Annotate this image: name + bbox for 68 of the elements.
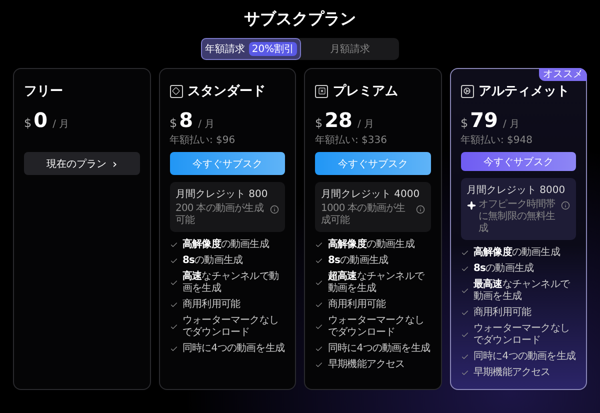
- currency-sign: $: [170, 116, 178, 130]
- feature-text: 8sの動画生成: [474, 263, 534, 275]
- check-icon: [170, 323, 178, 331]
- feature-text: 同時に4つの動画を生成: [328, 343, 430, 355]
- feature-text: 早期機能アクセス: [474, 367, 550, 379]
- billing-tab[interactable]: 月額請求: [301, 38, 399, 60]
- check-icon: [170, 345, 178, 353]
- currency-sign: $: [24, 116, 32, 130]
- feature-text: 同時に4つの動画を生成: [182, 343, 284, 355]
- subscribe-button[interactable]: 今すぐサブスク: [460, 152, 576, 171]
- check-icon: [315, 301, 323, 309]
- feature-text: ウォーターマークなしでダウンロード: [182, 315, 280, 339]
- check-icon: [170, 279, 178, 287]
- feature-text: 最高速なチャンネルで動画を生成: [474, 279, 571, 303]
- info-icon: [270, 205, 279, 214]
- feature-text: 8sの動画生成: [328, 255, 388, 267]
- credit-note: 1000 本の動画が生成可能: [321, 203, 406, 227]
- plan-name: フリー: [24, 83, 63, 100]
- credit-amount: 月間クレジット 800: [176, 188, 269, 201]
- check-icon: [460, 287, 468, 295]
- feature-text: 高解像度の動画生成: [328, 239, 414, 251]
- plan-price: 0: [34, 108, 48, 132]
- price-period: / 月: [357, 118, 374, 131]
- plan-price: 79: [470, 108, 498, 132]
- credit-note: オフピーク時間帯に無制限の無料生成: [478, 199, 556, 235]
- check-icon: [315, 279, 323, 287]
- check-icon: [170, 301, 178, 309]
- discount-badge: 20%割引: [248, 42, 298, 56]
- recommend-badge: オススメ: [539, 68, 587, 81]
- plan-name: スタンダード: [188, 83, 266, 100]
- annual-price: 年額払い: $336: [315, 134, 388, 146]
- feature-text: 商用利用可能: [328, 299, 386, 311]
- feature-text: 8sの動画生成: [182, 255, 243, 267]
- feature-text: 高解像度の動画生成: [182, 239, 269, 251]
- credit-amount: 月間クレジット 8000: [466, 184, 566, 197]
- feature-text: 高解像度の動画生成: [474, 247, 560, 259]
- plan-price: 8: [179, 108, 194, 132]
- plan-name: プレミアム: [333, 82, 398, 100]
- billing-tab[interactable]: 年額請求 20%割引: [201, 38, 301, 60]
- info-icon: [416, 205, 424, 214]
- price-period: / 月: [502, 118, 520, 131]
- current-plan-button[interactable]: 現在のプラン ›: [24, 152, 140, 175]
- plan-name: アルティメット: [478, 83, 570, 100]
- check-icon: [315, 323, 323, 331]
- feature-text: 早期機能アクセス: [328, 359, 405, 371]
- feature-text: 同時に4つの動画を生成: [474, 351, 576, 363]
- subscribe-button[interactable]: 今すぐサブスク: [315, 152, 430, 175]
- annual-price: 年額払い: $96: [170, 134, 236, 146]
- feature-text: ウォーターマークなしでダウンロード: [474, 323, 571, 347]
- price-period: / 月: [52, 118, 70, 131]
- plan-price: 28: [324, 108, 352, 132]
- check-icon: [460, 331, 468, 339]
- info-icon: [561, 201, 570, 210]
- subscribe-button[interactable]: 今すぐサブスク: [170, 152, 285, 175]
- currency-sign: $: [460, 116, 468, 130]
- feature-text: 高速なチャンネルで動画を生成: [182, 271, 280, 295]
- credit-amount: 月間クレジット 4000: [321, 188, 421, 201]
- annual-price: 年額払い: $948: [460, 134, 534, 146]
- sparkle-icon: [466, 201, 476, 210]
- feature-text: 商用利用可能: [182, 299, 240, 311]
- feature-text: 商用利用可能: [474, 307, 532, 319]
- credit-note: 200 本の動画が生成可能: [176, 203, 264, 227]
- feature-text: 超高速なチャンネルで動画を生成: [328, 271, 426, 295]
- price-period: / 月: [198, 118, 215, 131]
- check-icon: [460, 309, 468, 317]
- currency-sign: $: [315, 116, 323, 130]
- feature-text: ウォーターマークなしでダウンロード: [328, 315, 426, 339]
- page-title: サブスクプラン: [244, 8, 356, 30]
